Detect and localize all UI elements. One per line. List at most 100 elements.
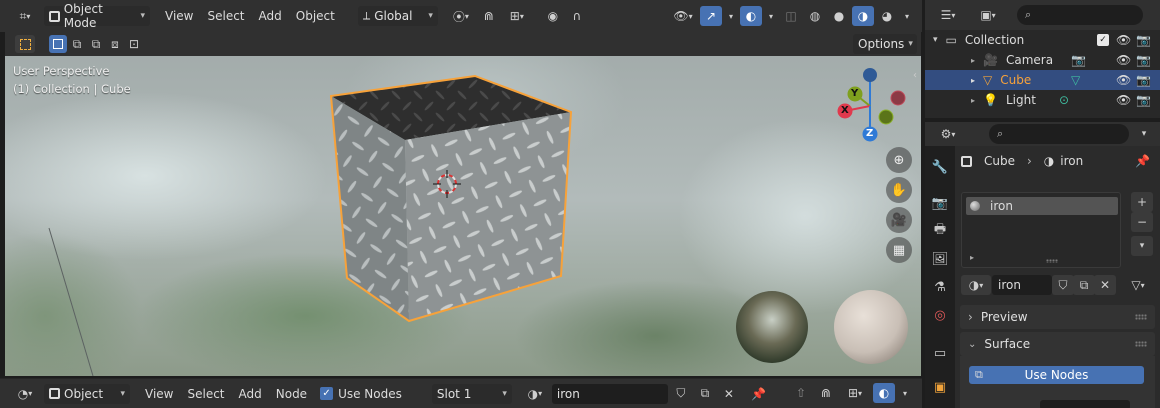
overlay-dropdown[interactable]: ▾ [764,6,778,26]
shading-wireframe[interactable]: ◍ [804,6,826,26]
exclude-checkbox[interactable]: ✓ [1097,34,1109,46]
fake-user-button[interactable]: ⛉ [670,384,692,404]
material-slot-list[interactable]: iron ▸ [961,192,1121,268]
ortho-toggle-button[interactable]: ▦ [886,237,912,263]
mesh-data-icon[interactable]: ▽ [1071,73,1080,87]
unlink-material-button[interactable]: ✕ [718,384,740,404]
eye-icon[interactable]: 👁 [1116,33,1131,47]
menu-view[interactable]: View [158,6,200,26]
cube-object[interactable] [329,74,573,323]
view-layer-tab[interactable]: 🖼 [929,248,951,270]
node-menu-node[interactable]: Node [269,384,314,404]
outliner-item-cube[interactable]: ▸ ▽ Cube ▽ 👁 📷 [925,70,1160,90]
transform-orientation-dropdown[interactable]: ⟂ Global ▾ [357,6,438,26]
material-browse-button[interactable]: ◑ ▾ [520,384,550,404]
node-overlay-dropdown[interactable]: ▾ [898,383,912,403]
node-menu-add[interactable]: Add [232,384,269,404]
select-mode-invert[interactable]: ⧈ [106,35,124,53]
surface-panel-header[interactable]: ⌄ Surface [960,332,1155,356]
shading-material-preview[interactable]: ◑ [852,6,874,26]
snap-options-button[interactable]: ⊞ ▾ [502,6,532,26]
node-snap-toggle[interactable]: ⋒ [815,383,837,403]
preview-panel-header[interactable]: › Preview [960,305,1155,329]
node-menu-view[interactable]: View [138,384,180,404]
gizmo-toggle[interactable]: ↗ [700,6,722,26]
use-nodes-checkbox[interactable]: ✓ Use Nodes [320,387,402,401]
options-dropdown[interactable]: Options ▾ [853,34,917,54]
node-snap-options[interactable]: ⊞ ▾ [840,383,870,403]
resize-grip-icon[interactable] [1046,259,1058,263]
remove-slot-button[interactable]: − [1131,212,1153,232]
world-tab[interactable]: ◎ [929,304,951,326]
camera-data-icon[interactable]: 📷 [1071,53,1086,67]
drag-grip-icon[interactable] [1135,341,1147,347]
node-overlay-toggle[interactable]: ◐ [873,383,895,403]
node-menu-select[interactable]: Select [180,384,231,404]
outliner-editor-type[interactable]: ☰ ▾ [931,5,965,25]
snap-toggle[interactable]: ⋒ [478,6,500,26]
pin-button[interactable]: 📌 [748,384,770,404]
slot-dropdown[interactable]: Slot 1 ▾ [431,383,512,404]
render-camera-icon[interactable]: 📷 [1136,33,1151,47]
material-slot-item[interactable]: iron [966,197,1118,215]
xray-toggle[interactable]: ◫ [780,6,802,26]
outliner-item-camera[interactable]: ▸ 🎥 Camera 📷 👁 📷 [925,50,1160,70]
select-mode-intersect[interactable]: ⊡ [125,35,143,53]
properties-editor-type[interactable]: ⚙ ▾ [931,124,965,144]
pivot-point-button[interactable]: ⦿ ▾ [446,6,476,26]
properties-options-dropdown[interactable]: ▾ [1133,124,1155,144]
outliner-collection-row[interactable]: ▾ ▭ Collection ✓ 👁 📷 [925,30,1160,50]
display-mode-button[interactable]: ▣ ▾ [971,5,1005,25]
render-camera-icon[interactable]: 📷 [1136,73,1151,87]
render-tab[interactable]: 📷 [929,192,951,214]
collection-tab[interactable]: ▭ [929,342,951,364]
editor-type-button[interactable]: ⌗ ▾ [8,6,42,26]
drag-grip-icon[interactable] [1135,314,1147,320]
proportional-edit-toggle[interactable]: ◉ [542,6,564,26]
gizmo-neg-z[interactable] [863,68,877,82]
outliner-search-input[interactable]: ⌕ [1017,5,1143,25]
3d-viewport[interactable]: User Perspective (1) Collection | Cube Y… [5,56,921,376]
new-material-button[interactable]: ⧉ [1073,275,1095,295]
shader-type-dropdown[interactable]: Object ▾ [44,383,130,404]
add-slot-button[interactable]: + [1131,192,1153,212]
slot-specials-button[interactable]: ▾ [1131,236,1153,256]
eye-icon[interactable]: 👁 [1116,53,1131,67]
tool-tab[interactable]: 🔧 [929,156,951,178]
render-camera-icon[interactable]: 📷 [1136,93,1151,107]
falloff-button[interactable]: ∩ [566,6,588,26]
unlink-material-button[interactable]: ✕ [1094,275,1116,295]
gizmo-neg-x[interactable] [890,90,906,106]
gizmo-dropdown[interactable]: ▾ [724,6,738,26]
link-type-dropdown[interactable]: ▽ ▾ [1123,275,1153,295]
outliner-item-light[interactable]: ▸ 💡 Light ⊙ 👁 📷 [925,90,1160,110]
scene-tab[interactable]: ⚗ [929,276,951,298]
gizmo-neg-y[interactable] [878,109,894,125]
material-name-field[interactable]: iron [551,383,668,404]
camera-view-button[interactable]: 🎥 [886,207,912,233]
material-name-input[interactable]: iron [992,275,1052,295]
use-nodes-button[interactable]: ⧉ Use Nodes [969,366,1144,384]
editor-type-button[interactable]: ◔ ▾ [8,384,42,404]
pin-icon[interactable]: 📌 [1135,154,1150,168]
pan-button[interactable]: ✋ [886,177,912,203]
object-tab[interactable]: ▣ [929,376,951,398]
menu-select[interactable]: Select [200,6,251,26]
render-camera-icon[interactable]: 📷 [1136,53,1151,67]
fake-user-button[interactable]: ⛉ [1052,275,1074,295]
light-data-icon[interactable]: ⊙ [1059,93,1069,107]
browse-material-button[interactable]: ◑ ▾ [961,275,991,295]
overlay-toggle[interactable]: ◐ [740,6,762,26]
menu-object[interactable]: Object [289,6,342,26]
sidebar-toggle-icon[interactable]: ‹ [913,70,917,81]
select-mode-subtract[interactable]: ⧉ [87,35,105,53]
shading-dropdown[interactable]: ▾ [900,6,914,26]
shading-rendered[interactable]: ◕ [876,6,898,26]
eye-icon[interactable]: 👁 [1116,73,1131,87]
expand-arrow-icon[interactable]: ▸ [970,253,974,262]
zoom-button[interactable]: ⊕ [886,147,912,173]
menu-add[interactable]: Add [252,6,289,26]
parent-node-button[interactable]: ⇧ [790,383,812,403]
eye-icon[interactable]: 👁 [1116,93,1131,107]
select-tool-button[interactable] [15,35,35,53]
